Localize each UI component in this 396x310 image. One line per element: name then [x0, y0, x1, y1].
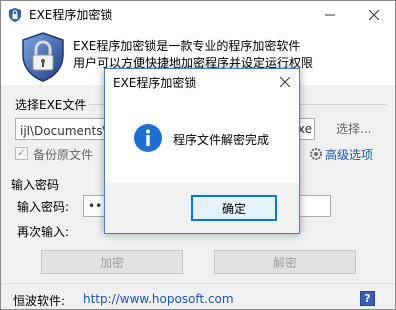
dialog-title: EXE程序加密锁 [113, 76, 197, 90]
close-icon [280, 77, 290, 87]
dialog-title-bar: EXE程序加密锁 [105, 69, 299, 95]
vendor-url-link[interactable]: http://www.hoposoft.com [83, 292, 234, 306]
info-icon [134, 124, 162, 152]
dialog-message: 程序文件解密完成 [173, 133, 270, 147]
window-title: EXE程序加密锁 [29, 8, 113, 22]
footer-divider [1, 283, 395, 284]
dialog-close-button[interactable] [273, 70, 297, 94]
confirm-password-label: 再次输入: [17, 225, 70, 239]
dialog-body: 程序文件解密完成 [105, 95, 299, 183]
header-description-1: EXE程序加密锁是一款专业的程序加密软件 [73, 39, 301, 53]
backup-checkbox[interactable]: ✓ [15, 147, 28, 160]
vendor-label: 恒波软件: [13, 294, 66, 308]
backup-label: 备份原文件 [33, 148, 94, 162]
close-icon [369, 10, 379, 20]
minimize-icon [325, 14, 335, 16]
close-button[interactable] [357, 1, 391, 29]
info-dialog: EXE程序加密锁 程序文件解密完成 确定 [104, 68, 300, 234]
gear-icon [310, 148, 322, 160]
select-exe-group-label: 选择EXE文件 [15, 98, 87, 112]
advanced-options-link[interactable]: 高级选项 [325, 146, 373, 163]
title-bar: EXE程序加密锁 [1, 1, 395, 29]
help-icon[interactable]: ? [360, 291, 375, 306]
browse-button[interactable]: 选择... [336, 120, 371, 137]
password-group-label: 输入密码 [11, 178, 60, 192]
decrypt-button[interactable]: 解密 [214, 250, 356, 274]
minimize-button[interactable] [313, 1, 347, 29]
lock-shield-icon [22, 32, 64, 82]
app-lock-icon [9, 8, 21, 22]
password-label: 输入密码: [17, 200, 70, 214]
ok-button[interactable]: 确定 [191, 195, 277, 221]
encrypt-button[interactable]: 加密 [41, 250, 183, 274]
